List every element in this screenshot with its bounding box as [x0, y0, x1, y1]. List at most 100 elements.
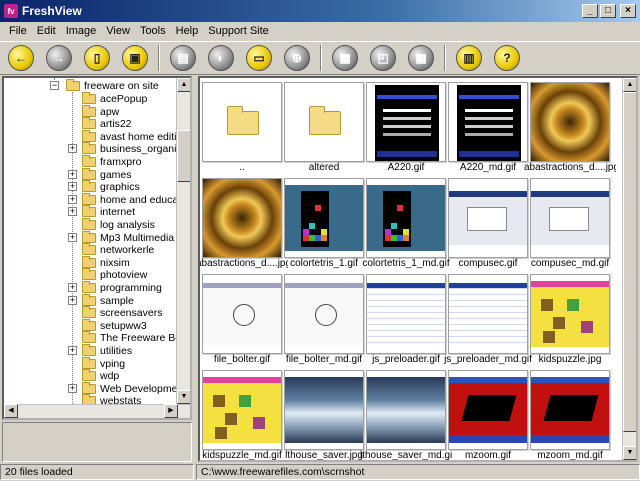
tree-item[interactable]: The Freeware Book [68, 331, 190, 344]
expand-toggle[interactable]: + [68, 144, 77, 154]
thumbnail-item[interactable]: js_preloader.gif [366, 274, 446, 366]
tree-item[interactable]: + utilities [68, 344, 132, 357]
thumbnail-item[interactable]: file_bolter.gif [202, 274, 282, 366]
scroll-up-button[interactable]: ▲ [177, 78, 190, 92]
folder-tree[interactable]: − freeware on site acePopup apw artis22 ava… [2, 76, 192, 420]
tree-vertical-scrollbar[interactable]: ▲ ▼ [176, 78, 190, 418]
tree-item[interactable]: networkerle [68, 243, 154, 256]
thumbnail-item[interactable]: A220.gif [366, 82, 446, 174]
expand-toggle[interactable]: + [68, 207, 77, 217]
tree-item[interactable]: + Mp3 Multimedia [68, 230, 174, 244]
thumbnail-item[interactable]: mzoom.gif [448, 370, 528, 460]
tree-item[interactable]: photoview [68, 268, 147, 281]
menu-view[interactable]: View [101, 25, 135, 37]
thumbnail-item[interactable]: kidspuzzle_md.gif [202, 370, 282, 460]
expand-toggle[interactable]: + [68, 346, 77, 355]
open-folder-button[interactable]: ◰ [368, 44, 398, 72]
image-thumbnail[interactable] [284, 274, 364, 354]
image-thumbnail[interactable] [448, 82, 528, 162]
image-thumbnail[interactable] [202, 274, 282, 354]
minimize-button[interactable]: _ [582, 4, 598, 18]
paste-button[interactable]: ▣ [120, 44, 150, 72]
scroll-thumb[interactable] [177, 130, 190, 182]
thumbnail-item[interactable]: .. [202, 82, 282, 174]
image-thumbnail[interactable] [530, 82, 610, 162]
menu-edit[interactable]: Edit [32, 25, 61, 37]
expand-toggle[interactable]: + [68, 283, 77, 292]
folder-thumbnail[interactable] [284, 82, 364, 162]
menu-help[interactable]: Help [171, 25, 204, 37]
menu-support-site[interactable]: Support Site [203, 25, 274, 37]
menu-tools[interactable]: Tools [135, 25, 171, 37]
thumbnail-item[interactable]: abastractions_d....jpg [200, 178, 288, 270]
tree-item[interactable]: apw [68, 104, 119, 118]
tree-item[interactable]: + Web Development [68, 381, 186, 395]
folder-thumbnail[interactable] [202, 82, 282, 162]
image-thumbnail[interactable] [530, 178, 610, 258]
collapse-toggle[interactable]: − [50, 81, 59, 90]
thumbnail-item[interactable]: altered [284, 82, 364, 174]
tree-item[interactable]: + home and education [68, 192, 190, 206]
thumbnails-button[interactable]: ▤ [168, 44, 198, 72]
tree-parent-folder[interactable]: − freeware on site [50, 79, 159, 92]
image-thumbnail[interactable] [366, 82, 446, 162]
rotate-button[interactable]: ◐ [206, 44, 236, 72]
thumbnail-item[interactable]: lthouse_saver_md.gif [360, 370, 452, 460]
expand-toggle[interactable]: + [68, 169, 77, 179]
expand-toggle[interactable]: + [68, 182, 77, 192]
thumbnail-item[interactable]: compusec_md.gif [530, 178, 610, 270]
tree-item[interactable]: + graphics [68, 180, 140, 193]
forward-arrow-button[interactable]: → [44, 44, 74, 72]
tree-item[interactable]: + programming [68, 281, 162, 294]
image-thumbnail[interactable] [366, 274, 446, 354]
scroll-right-button[interactable]: ▶ [164, 404, 178, 418]
scroll-down-button[interactable]: ▼ [177, 390, 190, 404]
slideshow-button[interactable]: ▭ [244, 44, 274, 72]
thumbnail-item[interactable]: colortetris_1_md.gif [362, 178, 450, 270]
thumbnail-item[interactable]: colortetris_1.gif [284, 178, 364, 270]
image-thumbnail[interactable] [366, 178, 446, 258]
image-thumbnail[interactable] [366, 370, 446, 450]
thumbnail-item[interactable]: A220_md.gif [448, 82, 528, 174]
tree-item[interactable]: + games [68, 167, 132, 181]
thumbnail-item[interactable]: lthouse_saver.jpg [284, 370, 364, 460]
back-arrow-button[interactable]: ← [6, 44, 36, 72]
tree-item[interactable]: log analysis [68, 218, 155, 231]
maximize-button[interactable]: □ [600, 4, 616, 18]
zoom-button[interactable]: ⊕ [282, 44, 312, 72]
thumbnail-item[interactable]: mzoom_md.gif [530, 370, 610, 460]
menu-image[interactable]: Image [61, 25, 102, 37]
scroll-thumb[interactable] [623, 92, 636, 432]
scroll-down-button[interactable]: ▼ [623, 446, 636, 460]
image-thumbnail[interactable] [284, 178, 364, 258]
tree-item[interactable]: vping [68, 356, 125, 370]
copy-button[interactable]: ▯ [82, 44, 112, 72]
tree-item[interactable]: framxpro [68, 155, 141, 168]
image-thumbnail[interactable] [530, 274, 610, 354]
thumbnail-grid[interactable]: .. altered A220.gif A220_md.gif abastraction… [198, 76, 638, 462]
expand-toggle[interactable]: + [68, 232, 77, 242]
help-button[interactable]: ? [492, 44, 522, 72]
scroll-left-button[interactable]: ◀ [4, 404, 18, 418]
info-button[interactable]: ▥ [454, 44, 484, 72]
tree-item[interactable]: setupww3 [68, 318, 147, 332]
tree-item[interactable]: wdp [68, 369, 119, 382]
tree-item[interactable]: acePopup [68, 92, 147, 105]
image-thumbnail[interactable] [530, 370, 610, 450]
image-thumbnail[interactable] [284, 370, 364, 450]
expand-toggle[interactable]: + [68, 383, 77, 393]
image-thumbnail[interactable] [448, 178, 528, 258]
image-thumbnail[interactable] [202, 178, 282, 258]
expand-toggle[interactable]: + [68, 295, 77, 305]
tree-item[interactable]: + sample [68, 293, 134, 307]
image-thumbnail[interactable] [202, 370, 282, 450]
tree-item[interactable]: + internet [68, 205, 135, 218]
save-button[interactable]: ▦ [330, 44, 360, 72]
menu-file[interactable]: File [4, 25, 32, 37]
thumbnail-item[interactable]: kidspuzzle.jpg [530, 274, 610, 366]
image-thumbnail[interactable] [448, 274, 528, 354]
image-thumbnail[interactable] [448, 370, 528, 450]
scroll-up-button[interactable]: ▲ [623, 78, 636, 92]
thumbnail-item[interactable]: js_preloader_md.gif [444, 274, 532, 366]
tree-item[interactable]: + business_organize [68, 142, 188, 155]
